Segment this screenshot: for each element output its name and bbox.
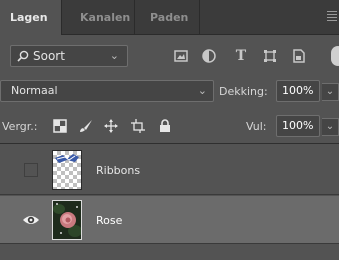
- filter-kind-dropdown[interactable]: Soort ⌄: [10, 45, 128, 67]
- layers-empty-area: [0, 245, 339, 260]
- lock-image-pixels-icon[interactable]: [78, 118, 94, 134]
- layer-row-rose[interactable]: Rose: [0, 196, 339, 244]
- image-filter-icon[interactable]: [173, 48, 189, 64]
- blend-mode-dropdown[interactable]: Normaal ⌄: [0, 80, 214, 102]
- shape-filter-icon[interactable]: [262, 48, 278, 64]
- chevron-down-icon: ⌄: [109, 49, 119, 62]
- layer-name-rose[interactable]: Rose: [96, 214, 122, 227]
- layer-filter-row: Soort ⌄ T: [0, 36, 339, 76]
- tab-divider: [134, 0, 135, 35]
- opacity-dropdown-button[interactable]: ⌄: [322, 83, 339, 101]
- ribbon-thumbnail-art: [55, 154, 79, 163]
- layer-thumbnail-ribbons[interactable]: [52, 150, 82, 190]
- tab-layers[interactable]: Lagen: [0, 0, 61, 36]
- eye-icon[interactable]: [22, 211, 40, 229]
- fill-value: 100%: [282, 119, 314, 132]
- lock-artboard-icon[interactable]: [130, 118, 146, 134]
- panel-tab-bar: Lagen Kanalen Paden: [0, 0, 339, 36]
- fill-dropdown-button[interactable]: ⌄: [322, 118, 339, 136]
- lock-position-icon[interactable]: [103, 118, 119, 134]
- adjustment-filter-icon[interactable]: [201, 48, 217, 64]
- opacity-value: 100%: [282, 84, 314, 97]
- lock-label: Vergr.:: [2, 120, 38, 133]
- search-icon: [17, 50, 29, 62]
- tab-channels[interactable]: Kanalen: [70, 0, 140, 35]
- lock-all-icon[interactable]: [157, 118, 173, 134]
- tab-divider: [199, 0, 200, 35]
- rose-thumbnail-art: [53, 201, 81, 239]
- blend-mode-label: Normaal: [11, 84, 58, 97]
- layer-row-ribbons[interactable]: Ribbons: [0, 145, 339, 195]
- panel-menu-icon[interactable]: [327, 11, 337, 23]
- fill-label: Vul:: [246, 120, 267, 133]
- opacity-label: Dekking:: [219, 85, 268, 98]
- filter-kind-label: Soort: [33, 49, 65, 63]
- lock-transparent-pixels-icon[interactable]: [52, 118, 68, 134]
- layer-thumbnail-rose[interactable]: [52, 200, 82, 240]
- fill-input[interactable]: 100%: [276, 115, 320, 137]
- smart-object-filter-icon[interactable]: [291, 48, 307, 64]
- visibility-toggle-off[interactable]: [24, 163, 38, 177]
- blend-mode-row: Normaal ⌄ Dekking: 100% ⌄: [0, 77, 339, 105]
- chevron-down-icon: ⌄: [197, 84, 207, 97]
- type-filter-icon[interactable]: T: [233, 48, 249, 64]
- tab-paths[interactable]: Paden: [140, 0, 198, 35]
- opacity-input[interactable]: 100%: [276, 80, 320, 102]
- filter-toggle-switch[interactable]: [331, 46, 339, 66]
- lock-row: Vergr.: Vul: 100% ⌄: [0, 106, 339, 144]
- layer-name-ribbons[interactable]: Ribbons: [96, 164, 140, 177]
- tab-divider: [61, 0, 62, 35]
